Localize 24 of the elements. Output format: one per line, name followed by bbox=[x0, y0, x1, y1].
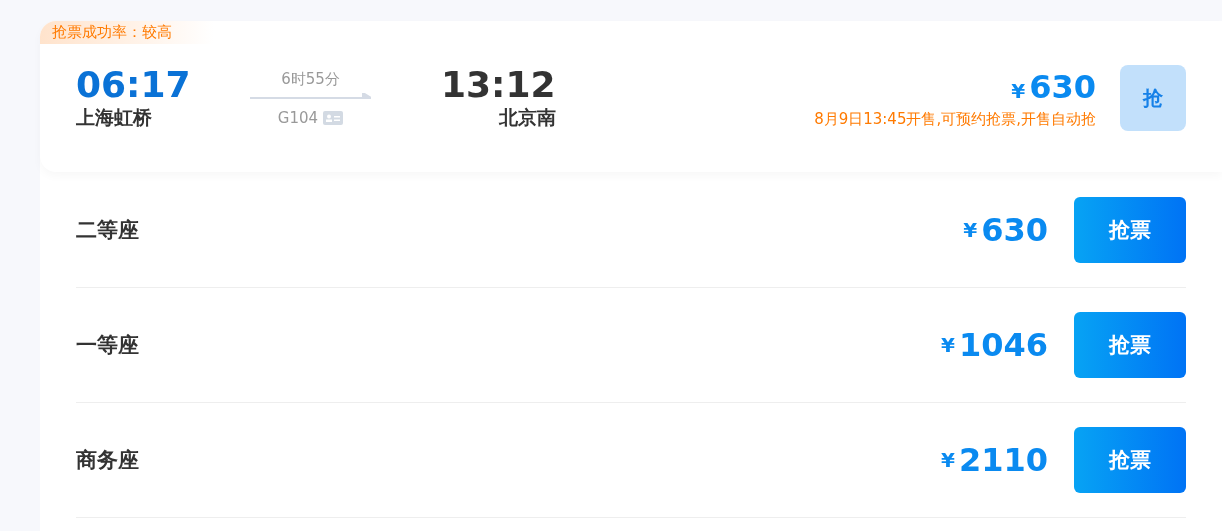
arrow-icon bbox=[250, 92, 371, 101]
currency-symbol: ¥ bbox=[941, 448, 955, 472]
train-number: G104 bbox=[277, 108, 319, 127]
grab-button[interactable]: 抢 bbox=[1120, 65, 1186, 131]
departure-time: 06:17 bbox=[76, 65, 192, 105]
departure-station: 上海虹桥 bbox=[76, 105, 153, 130]
arrival-time: 13:12 bbox=[441, 65, 556, 105]
sale-note: 8月9日13:45开售,可预约抢票,开售自动抢 bbox=[814, 109, 1096, 129]
arrival-station: 北京南 bbox=[497, 105, 556, 130]
seat-class: 一等座 bbox=[76, 332, 139, 359]
seat-class: 商务座 bbox=[76, 447, 139, 474]
currency-symbol: ¥ bbox=[963, 218, 978, 242]
price: 2110 bbox=[958, 441, 1048, 479]
grab-ticket-button[interactable]: 抢票 bbox=[1074, 312, 1186, 378]
seat-class: 二等座 bbox=[76, 217, 139, 244]
price: 1046 bbox=[958, 326, 1048, 364]
currency-symbol: ¥ bbox=[941, 333, 955, 357]
price: 630 bbox=[1029, 67, 1096, 106]
id-card-icon bbox=[323, 110, 344, 125]
price: 630 bbox=[981, 211, 1048, 249]
duration: 6时55分 bbox=[281, 69, 340, 89]
grab-ticket-button[interactable]: 抢票 bbox=[1074, 427, 1186, 493]
currency-symbol: ¥ bbox=[1011, 78, 1026, 103]
grab-ticket-button[interactable]: 抢票 bbox=[1074, 197, 1186, 263]
